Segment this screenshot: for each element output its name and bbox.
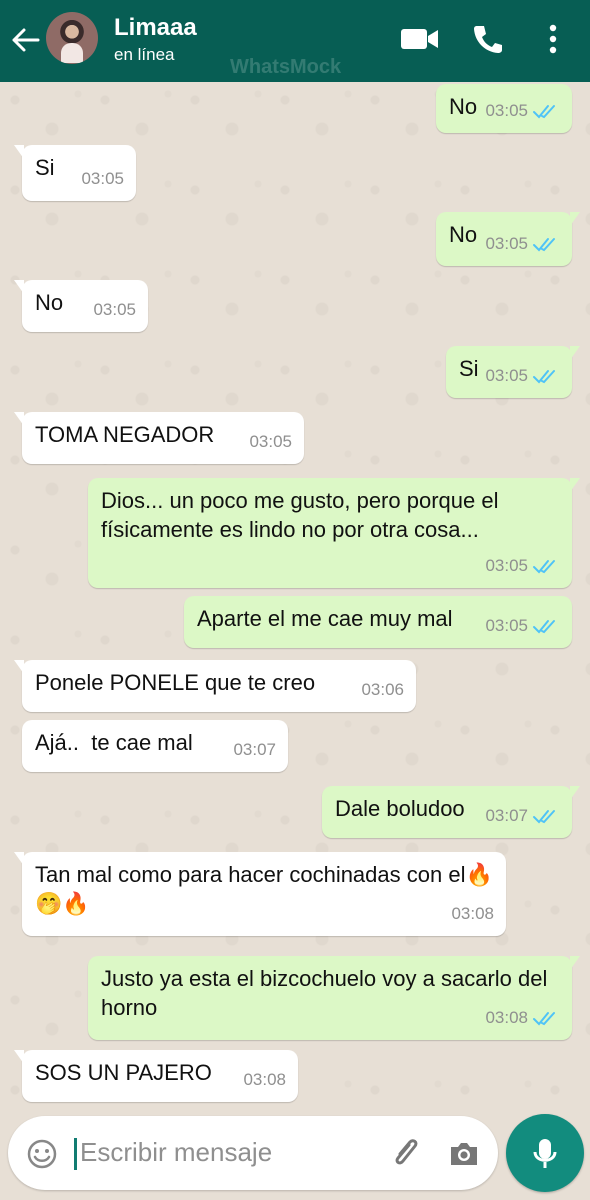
message-time: 03:06 [361, 680, 404, 699]
message-bubble-incoming[interactable]: SOS UN PAJERO 03:08 [14, 1050, 298, 1102]
message-time: 03:05 [485, 101, 528, 120]
double-check-icon [533, 1011, 555, 1025]
message-text: Ponele PONELE que te creo [35, 670, 316, 695]
more-vert-icon[interactable] [536, 22, 570, 56]
message-time: 03:07 [485, 806, 528, 825]
message-bubble-incoming[interactable]: Tan mal como para hacer cochinadas con e… [14, 852, 506, 936]
message-input[interactable]: Escribir mensaje [80, 1137, 272, 1168]
message-text: Aparte el me cae muy mal [197, 606, 453, 631]
message-bubble-outgoing[interactable]: Aparte el me cae muy mal 03:05 [184, 596, 572, 648]
message-text: No [35, 290, 64, 315]
back-arrow-icon[interactable] [10, 24, 42, 56]
contact-status: en línea [114, 45, 175, 64]
message-meta: 03:07 [485, 801, 558, 830]
message-bubble-outgoing[interactable]: No 03:05 [436, 212, 580, 266]
message-bubble-incoming[interactable]: Ponele PONELE que te creo 03:06 [14, 660, 416, 712]
message-time: 03:05 [485, 234, 528, 253]
message-time: 03:05 [485, 616, 528, 635]
message-text: Tan mal como para hacer cochinadas con e… [35, 862, 493, 916]
message-meta: 03:05 [249, 427, 292, 456]
message-time: 03:07 [233, 740, 276, 759]
message-text: No [449, 94, 478, 119]
mic-button[interactable] [506, 1114, 584, 1192]
message-text: Ajá.. te cae mal [35, 730, 193, 755]
message-time: 03:05 [81, 169, 124, 188]
message-meta: 03:05 [485, 229, 558, 258]
double-check-icon [533, 619, 555, 633]
message-bubble-incoming[interactable]: Si 03:05 [14, 145, 136, 201]
message-bubble-outgoing[interactable]: Dale boludoo 03:07 [322, 786, 580, 838]
message-time: 03:05 [485, 556, 528, 575]
phone-icon[interactable] [468, 22, 508, 56]
message-meta: 03:05 [485, 551, 558, 580]
message-bubble-incoming[interactable]: TOMA NEGADOR 03:05 [14, 412, 304, 464]
message-meta: 03:05 [81, 164, 124, 193]
emoji-icon[interactable] [26, 1138, 58, 1170]
message-list[interactable]: No 03:05 Si 03:05 No 03:05 No 03:05 Si 0… [0, 82, 590, 1110]
message-meta: 03:06 [361, 675, 404, 704]
message-text: No [449, 222, 478, 247]
message-meta: 03:08 [451, 899, 494, 928]
message-text: Dios... un poco me gusto, pero porque el… [101, 488, 505, 542]
double-check-icon [533, 237, 555, 251]
video-call-icon[interactable] [400, 22, 440, 56]
message-time: 03:08 [451, 904, 494, 923]
message-bubble-outgoing[interactable]: No 03:05 [436, 84, 572, 133]
message-text: SOS UN PAJERO [35, 1060, 212, 1085]
double-check-icon [533, 104, 555, 118]
message-meta: 03:05 [485, 361, 558, 390]
message-bubble-incoming[interactable]: Ajá.. te cae mal 03:07 [22, 720, 288, 772]
message-time: 03:08 [243, 1070, 286, 1089]
message-bubble-incoming[interactable]: No 03:05 [14, 280, 148, 332]
message-bubble-outgoing[interactable]: Si 03:05 [446, 346, 580, 398]
double-check-icon [533, 809, 555, 823]
mic-icon [533, 1139, 557, 1168]
attach-icon[interactable] [388, 1134, 424, 1170]
message-text: Si [459, 356, 479, 381]
message-text: Dale boludoo [335, 796, 465, 821]
contact-name[interactable]: Limaaa [114, 14, 197, 42]
message-meta: 03:05 [93, 295, 136, 324]
message-time: 03:08 [485, 1008, 528, 1027]
message-composer[interactable]: Escribir mensaje [8, 1116, 498, 1190]
message-text: Si [35, 155, 55, 180]
double-check-icon [533, 559, 555, 573]
message-meta: 03:08 [485, 1003, 558, 1032]
message-time: 03:05 [249, 432, 292, 451]
avatar[interactable] [46, 12, 98, 64]
message-time: 03:05 [93, 300, 136, 319]
message-meta: 03:05 [485, 611, 558, 640]
message-bubble-outgoing[interactable]: Justo ya esta el bizcochuelo voy a sacar… [88, 956, 580, 1040]
watermark: WhatsMock [230, 56, 342, 78]
message-meta: 03:08 [243, 1065, 286, 1094]
chat-header: Limaaa en línea WhatsMock [0, 0, 590, 82]
message-bubble-outgoing[interactable]: Dios... un poco me gusto, pero porque el… [88, 478, 580, 588]
message-meta: 03:07 [233, 735, 276, 764]
double-check-icon [533, 369, 555, 383]
message-time: 03:05 [485, 366, 528, 385]
text-cursor [74, 1138, 77, 1170]
message-meta: 03:05 [485, 96, 558, 125]
message-text: TOMA NEGADOR [35, 422, 215, 447]
camera-icon[interactable] [446, 1136, 482, 1172]
